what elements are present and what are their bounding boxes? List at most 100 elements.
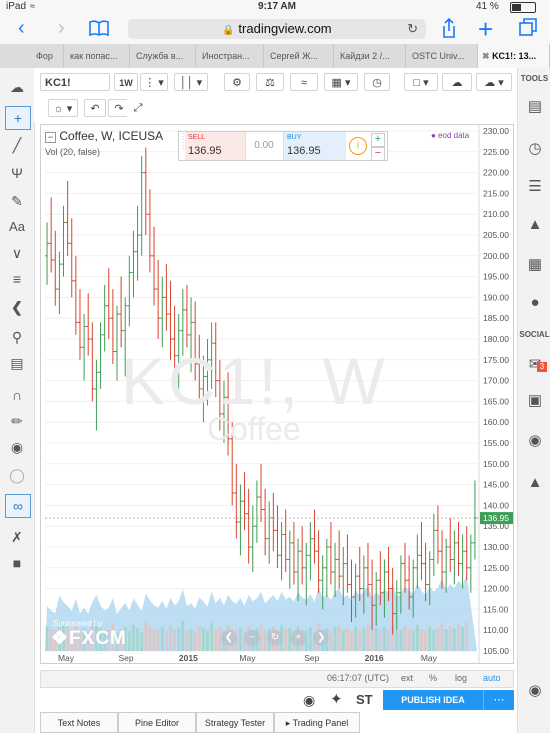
fib-icon[interactable]: ≡ xyxy=(5,268,29,290)
auto-toggle[interactable]: auto xyxy=(483,673,501,683)
hide-drawings-icon[interactable]: ◯ xyxy=(5,464,29,486)
buy-button[interactable]: BUY 136.95 xyxy=(283,132,346,160)
symbol-input[interactable]: KC1! xyxy=(40,73,110,91)
browser-tab[interactable]: OSTC Univ... xyxy=(406,44,478,68)
tab-trading-panel[interactable]: ▸ Trading Panel xyxy=(274,712,360,733)
browser-tab[interactable]: Фор xyxy=(0,44,64,68)
ideas-icon[interactable]: ● xyxy=(523,292,547,314)
log-toggle[interactable]: log xyxy=(455,673,467,683)
back-icon[interactable]: ‹ xyxy=(18,17,25,40)
stay-drawing-icon[interactable]: ✏ xyxy=(5,410,29,432)
calendar-icon[interactable]: ▦ xyxy=(523,254,547,276)
brush-icon[interactable]: ✎ xyxy=(5,190,29,212)
twitter-icon[interactable]: ✦ xyxy=(330,690,343,708)
time-tick-label: 2015 xyxy=(179,653,198,663)
volume-bar xyxy=(432,629,436,651)
forward-icon[interactable]: › xyxy=(58,17,65,40)
zoom-icon[interactable]: ⚲ xyxy=(5,326,29,348)
sell-button[interactable]: SELL 136.95 xyxy=(185,132,246,160)
messages-icon[interactable]: ▣ xyxy=(523,390,547,412)
price-tick-label: 160.00 xyxy=(483,417,509,427)
chat-icon[interactable]: ✉ 3 xyxy=(523,354,547,376)
scroll-left-icon[interactable]: ❮ xyxy=(221,630,237,646)
tab-text-notes[interactable]: Text Notes xyxy=(40,712,118,733)
settings-icon[interactable]: ⚙ xyxy=(224,73,250,91)
browser-tab-bar: Фор как попас... Служба в... Иностран...… xyxy=(0,44,550,69)
link-icon[interactable]: ∞ xyxy=(5,494,31,518)
info-icon[interactable]: i xyxy=(349,137,367,155)
bar-style-icon[interactable]: ││ ▾ xyxy=(174,73,208,91)
notification-icon[interactable]: ▲ xyxy=(523,472,547,494)
percent-toggle[interactable]: % xyxy=(429,673,437,683)
logo-icon[interactable]: ☁ xyxy=(5,76,29,98)
zoom-out-icon[interactable]: − xyxy=(244,630,261,646)
browser-tab[interactable]: как попас... xyxy=(64,44,130,68)
collapse-legend-icon[interactable]: − xyxy=(45,132,56,143)
reload-icon[interactable]: ↻ xyxy=(407,19,418,39)
measure-icon[interactable]: ▤ xyxy=(5,352,29,374)
bookmarks-icon[interactable] xyxy=(88,19,110,40)
volume-bar xyxy=(444,629,448,651)
magnet-icon[interactable]: ∩ xyxy=(5,384,29,406)
interval-button[interactable]: 1W xyxy=(114,73,138,91)
tabs-overview-icon[interactable] xyxy=(518,17,538,40)
layout-icon[interactable]: □ ▾ xyxy=(404,73,438,91)
add-alert-icon[interactable]: ◷ xyxy=(364,73,390,91)
volume-bar xyxy=(436,627,440,651)
text-tool-icon[interactable]: Aa xyxy=(5,216,29,238)
alarm-icon[interactable]: ◷ xyxy=(523,138,547,160)
quantity-plus-icon[interactable]: + xyxy=(371,133,385,147)
arrow-left-icon[interactable]: ❮ xyxy=(5,296,29,318)
browser-tab[interactable]: Иностран... xyxy=(196,44,264,68)
tab-strategy-tester[interactable]: Strategy Tester xyxy=(196,712,274,733)
new-tab-icon[interactable]: + xyxy=(478,14,493,45)
bug-icon[interactable]: ◉ xyxy=(523,680,547,702)
publish-idea-button[interactable]: PUBLISH IDEA xyxy=(383,690,483,710)
remove-tools-icon[interactable]: ✗ xyxy=(5,526,29,548)
trade-panel: ⋮ ⋮ SELL 136.95 0.00 BUY 136.95 i + − xyxy=(178,131,388,161)
price-tick-label: 155.00 xyxy=(483,438,509,448)
more-options-icon[interactable]: ⋯ xyxy=(483,690,514,710)
trend-line-icon[interactable]: ╱ xyxy=(5,134,29,156)
zoom-in-icon[interactable]: + xyxy=(290,630,307,646)
data-window-icon[interactable]: ☰ xyxy=(523,176,547,198)
fullscreen-icon[interactable]: ⤢ xyxy=(126,99,150,117)
battery-icon xyxy=(510,2,536,13)
cloud-save-icon[interactable]: ☁ xyxy=(442,73,472,91)
browser-tab[interactable]: Служба в... xyxy=(130,44,196,68)
close-tab-icon[interactable]: ✖ xyxy=(482,51,490,61)
stocktwits-icon[interactable]: ST xyxy=(356,692,373,707)
scroll-right-icon[interactable]: ❯ xyxy=(313,630,330,646)
cloud-load-icon[interactable]: ☁ ▾ xyxy=(476,73,512,91)
watchlist-icon[interactable]: ▤ xyxy=(523,96,547,118)
chart-area[interactable]: 230.00 225.00 220.00 215.00 210.00 205.00 200.… xyxy=(40,124,514,664)
time-tick-label: Sep xyxy=(304,653,319,663)
indicators-icon[interactable]: ≈ xyxy=(290,73,318,91)
undo-icon[interactable]: ↶ xyxy=(84,99,106,117)
bottom-panel-tabs: Text Notes Pine Editor Strategy Tester ▸… xyxy=(40,712,517,733)
interval-menu-icon[interactable]: ⋮ ▾ xyxy=(140,73,168,91)
pitchfork-icon[interactable]: Ψ xyxy=(5,162,29,184)
address-bar[interactable]: 🔒 tradingview.com ↻ xyxy=(128,19,426,39)
hotlist-icon[interactable]: ▲ xyxy=(523,214,547,236)
quantity-minus-icon[interactable]: − xyxy=(371,147,385,161)
social-heading: SOCIAL xyxy=(519,330,550,339)
browser-tab[interactable]: Кайдзи 2 /... xyxy=(334,44,406,68)
pattern-icon[interactable]: ∨ xyxy=(5,242,29,264)
tab-pine-editor[interactable]: Pine Editor xyxy=(118,712,196,733)
templates-icon[interactable]: ▦ ▾ xyxy=(324,73,358,91)
browser-tab[interactable]: Сергей Ж... xyxy=(264,44,334,68)
reset-icon[interactable]: ↻ xyxy=(267,630,284,646)
theme-icon[interactable]: ☼ ▾ xyxy=(48,99,78,117)
share-icon[interactable] xyxy=(440,17,458,42)
price-tick-label: 195.00 xyxy=(483,272,509,282)
ext-toggle[interactable]: ext xyxy=(401,673,413,683)
crosshair-icon[interactable]: + xyxy=(5,106,31,130)
trash-icon[interactable]: ■ xyxy=(5,552,29,574)
browser-tab-active[interactable]: ✖ KC1!: 13... xyxy=(478,44,550,68)
camera-icon[interactable]: ◉ xyxy=(303,692,315,709)
lock-drawings-icon[interactable]: ◉ xyxy=(5,436,29,458)
compare-icon[interactable]: ⚖ xyxy=(256,73,284,91)
fxcm-logo[interactable]: ❖FXCM xyxy=(51,627,127,650)
streams-icon[interactable]: ◉ xyxy=(523,430,547,452)
